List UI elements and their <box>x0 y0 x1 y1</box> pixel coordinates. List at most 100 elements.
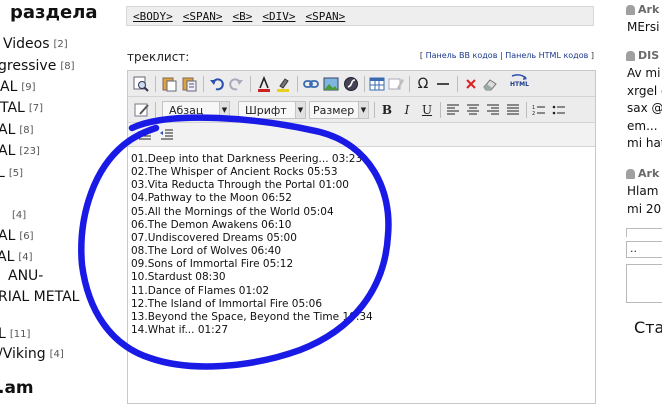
category-label[interactable]: RIAL METAL <box>0 289 79 305</box>
category-label[interactable]: ANU- <box>8 268 43 284</box>
category-count: [23] <box>19 145 40 157</box>
toolbar-row-1: Ω HTML <box>128 71 595 97</box>
sidebar-category-item[interactable]: gressive [8] <box>0 58 75 74</box>
sidebar-category-item[interactable]: AL [8] <box>0 122 34 138</box>
underline-button[interactable]: U <box>418 101 436 119</box>
eraser-icon[interactable] <box>481 75 499 93</box>
text-color-icon[interactable] <box>255 75 273 93</box>
path-tag[interactable]: <DIV> <box>262 10 295 23</box>
image-icon[interactable] <box>322 75 340 93</box>
category-label[interactable]: AL <box>0 79 17 95</box>
panel-switcher: [ Панель BB кодов | Панель HTML кодов ] <box>420 51 594 60</box>
sidebar-category-item[interactable]: ANU- <box>8 268 47 284</box>
right-sidebar: Ark MErsi DIS Av mi xrgel c sax @ em... … <box>596 0 662 404</box>
align-right-icon[interactable] <box>484 101 502 119</box>
comment-author[interactable]: DIS <box>626 49 659 62</box>
track-line: 10.Stardust 08:30 <box>131 271 226 284</box>
category-count: [11] <box>9 328 31 340</box>
category-label[interactable]: AL <box>0 228 15 244</box>
author-name[interactable]: Ark <box>638 167 659 180</box>
outdent-icon[interactable] <box>158 126 176 144</box>
user-icon <box>626 5 635 15</box>
bold-button[interactable]: B <box>378 101 396 119</box>
scroll-track[interactable] <box>626 228 662 237</box>
redo-icon[interactable] <box>227 75 245 93</box>
bulleted-list-icon[interactable] <box>550 101 568 119</box>
font-dropdown[interactable]: Шрифт ▼ <box>238 101 306 119</box>
author-name[interactable]: Ark <box>638 3 659 16</box>
category-count: [4] <box>49 348 64 360</box>
format-dropdown[interactable]: Абзац ▼ <box>162 101 230 119</box>
italic-button[interactable]: I <box>398 101 416 119</box>
category-label[interactable]: L <box>0 165 5 181</box>
sidebar-category-item[interactable]: [4] <box>8 207 26 223</box>
path-tag[interactable]: <B> <box>233 10 253 23</box>
paste-text-icon[interactable] <box>180 75 198 93</box>
sidebar-category-item[interactable]: AL [23] <box>0 143 40 159</box>
sidebar-category-item[interactable]: AL [9] <box>0 79 36 95</box>
link-icon[interactable] <box>302 75 320 93</box>
find-icon[interactable] <box>132 75 150 93</box>
align-left-icon[interactable] <box>444 101 462 119</box>
path-tag[interactable]: <SPAN> <box>306 10 346 23</box>
chat-message-input[interactable] <box>626 264 662 303</box>
category-label[interactable]: gressive <box>0 58 56 74</box>
track-line: 03.Vita Reducta Through the Portal 01:00 <box>131 179 349 192</box>
category-label[interactable]: TAL <box>0 100 25 116</box>
author-name[interactable]: DIS <box>638 49 659 62</box>
size-dropdown-value: Размер <box>313 103 355 117</box>
sidebar-category-item[interactable]: Videos [2] <box>3 36 68 52</box>
user-icon <box>626 169 635 179</box>
highlight-color-icon[interactable] <box>274 75 292 93</box>
category-label[interactable]: L <box>0 326 6 342</box>
bb-codes-panel-link[interactable]: Панель BB кодов <box>426 51 498 60</box>
path-tag[interactable]: <SPAN> <box>183 10 223 23</box>
path-tag[interactable]: <BODY> <box>133 10 173 23</box>
category-count: [9] <box>21 81 36 93</box>
track-line: 09.Sons of Immortal Fire 05:12 <box>131 258 294 271</box>
track-line: 12.The Island of Immortal Fire 05:06 <box>131 297 323 310</box>
svg-text:2: 2 <box>532 111 535 116</box>
category-label[interactable]: AL <box>0 143 15 159</box>
remove-format-icon[interactable] <box>462 75 480 93</box>
editor-content[interactable]: 01.Deep into that Darkness Peering... 03… <box>131 153 591 337</box>
category-label[interactable]: AL <box>0 249 14 265</box>
track-line: 04.Pathway to the Moon 06:52 <box>131 192 292 205</box>
comment-text: MErsi <box>627 20 660 34</box>
paste-icon[interactable] <box>160 75 178 93</box>
comment-text: mi hat <box>627 136 662 150</box>
numbered-list-icon[interactable]: 12 <box>530 101 548 119</box>
sidebar-category-item[interactable]: /Viking [4] <box>0 346 64 362</box>
sidebar-category-item[interactable]: L [11] <box>0 326 30 342</box>
chat-name-input[interactable]: .. <box>626 241 662 258</box>
chevron-down-icon: ▼ <box>219 102 229 118</box>
sidebar-category-item[interactable]: TAL [7] <box>0 100 43 116</box>
category-label[interactable]: AL <box>0 122 15 138</box>
align-center-icon[interactable] <box>464 101 482 119</box>
sidebar-category-item[interactable]: AL [4] <box>0 249 33 265</box>
track-line: 13.Beyond the Space, Beyond the Time 10:… <box>131 310 373 323</box>
sidebar-category-item[interactable]: AL [6] <box>0 228 34 244</box>
comment-text: mi 20 <box>627 201 662 216</box>
format-dropdown-value: Абзац <box>169 103 204 117</box>
category-count: [4] <box>12 209 27 221</box>
undo-icon[interactable] <box>208 75 226 93</box>
table-edit-icon[interactable] <box>387 75 405 93</box>
flash-icon[interactable] <box>342 75 360 93</box>
style-icon[interactable] <box>133 101 151 119</box>
table-icon[interactable] <box>368 75 386 93</box>
category-label[interactable]: Videos <box>3 36 50 52</box>
horizontal-rule-icon[interactable] <box>434 75 452 93</box>
comment-author[interactable]: Ark <box>626 3 659 16</box>
align-justify-icon[interactable] <box>504 101 522 119</box>
indent-icon[interactable] <box>136 126 154 144</box>
html-codes-panel-link[interactable]: Панель HTML кодов <box>505 51 588 60</box>
size-dropdown[interactable]: Размер ▼ <box>309 101 369 119</box>
sidebar-category-item[interactable]: L [5] <box>0 165 23 181</box>
omega-icon[interactable]: Ω <box>414 75 432 93</box>
sidebar-category-item[interactable]: RIAL METAL <box>0 289 83 305</box>
track-line: 08.The Lord of Wolves 06:40 <box>131 245 282 258</box>
toolbar-row-3 <box>128 123 595 147</box>
category-label[interactable]: /Viking <box>0 346 46 362</box>
comment-author[interactable]: Ark <box>626 167 659 180</box>
